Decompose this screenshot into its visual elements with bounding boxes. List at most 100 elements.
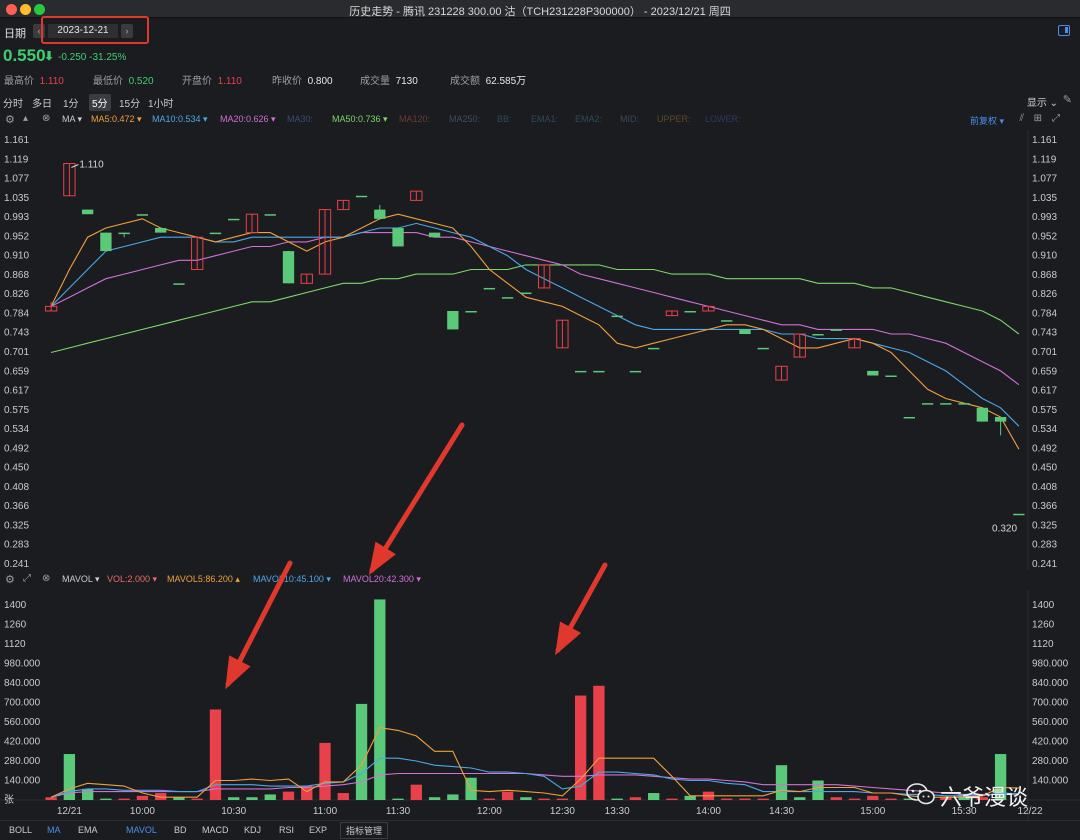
mavol5-legend[interactable]: MAVOL5:86.200 ▴	[167, 574, 240, 585]
display-dropdown[interactable]: 显示 ⌄	[1027, 94, 1058, 109]
ma250-legend[interactable]: MA250:	[449, 114, 480, 124]
ma20-legend[interactable]: MA20:0.626 ▾	[220, 114, 276, 125]
pencil-icon[interactable]: ✎	[1063, 93, 1072, 106]
ma10-legend[interactable]: MA10:0.534 ▾	[152, 114, 208, 125]
candle	[593, 370, 605, 373]
price-tick-right: 0.701	[1032, 347, 1057, 358]
adjust-dropdown[interactable]: 前复权 ▾	[970, 114, 1004, 127]
date-bar: 日期 ‹ 2023-12-21 ›	[0, 19, 1080, 43]
price-tick-right: 1.035	[1032, 193, 1057, 204]
mid-legend[interactable]: MID:	[620, 114, 639, 124]
mavol10-legend[interactable]: MAVOL10:45.100 ▾	[253, 574, 331, 585]
volume-bar	[611, 798, 623, 800]
ema1-legend[interactable]: EMA1:	[531, 114, 558, 124]
time-tick: 14:00	[696, 806, 721, 817]
price-tick-right: 0.241	[1032, 559, 1057, 570]
volume-bar	[428, 797, 441, 800]
volume-bar	[100, 798, 112, 800]
candle	[976, 407, 989, 422]
tab-macd[interactable]: MACD	[202, 825, 229, 835]
vol-legend[interactable]: VOL:2.000 ▾	[107, 574, 157, 585]
ma120-legend[interactable]: MA120:	[399, 114, 430, 124]
last-price: 0.550	[3, 46, 46, 65]
period-15min[interactable]: 15分	[116, 94, 143, 111]
ma30-legend[interactable]: MA30:	[287, 114, 313, 124]
candle	[209, 232, 222, 235]
price-tick-right: 0.784	[1032, 308, 1057, 319]
time-tick: 13:30	[605, 806, 630, 817]
volume-bar	[355, 703, 368, 800]
vol-tick-left: 560.000	[4, 717, 41, 728]
volume-collapse-icon[interactable]: ⊗	[42, 573, 50, 584]
main-indicator-bar: ⚙ ▴ ⊗ MA ▾ MA5:0.472 ▾ MA10:0.534 ▾ MA20…	[0, 111, 1080, 129]
vol-tick-right: 1120	[1032, 639, 1054, 650]
volume-bar	[337, 793, 349, 800]
ma5-legend[interactable]: MA5:0.472 ▾	[91, 114, 142, 125]
ma50-legend[interactable]: MA50:0.736 ▾	[332, 114, 388, 125]
price-tick-left: 0.701	[4, 347, 29, 358]
chart-type-icon[interactable]: ⫽	[1020, 113, 1024, 124]
period-intraday[interactable]: 分时	[0, 94, 26, 111]
price-tick-left: 0.743	[4, 328, 29, 339]
main-indicator-selector[interactable]: MA ▾	[62, 114, 82, 125]
vol-tick-left: 140.000	[4, 776, 41, 787]
tab-bd[interactable]: BD	[174, 825, 187, 835]
volume-bar	[520, 797, 532, 800]
sidebar-toggle-icon[interactable]	[1058, 25, 1070, 36]
price-tick-left: 0.826	[4, 289, 29, 300]
price-tick-right: 0.952	[1032, 231, 1057, 242]
fullscreen-icon[interactable]: ⤢	[1052, 113, 1060, 124]
volume-bar	[264, 794, 276, 800]
tab-boll[interactable]: BOLL	[9, 825, 32, 835]
tab-rsi[interactable]: RSI	[279, 825, 294, 835]
price-chart[interactable]: 1.161 1.161 1.119 1.119 1.077 1.077 1.035 1.035…	[0, 130, 1080, 570]
tab-exp[interactable]: EXP	[309, 825, 327, 835]
price-tick-right: 0.910	[1032, 251, 1057, 262]
price-tick-right: 0.659	[1032, 366, 1057, 377]
time-tick: 15:00	[860, 806, 885, 817]
stat-low: 最低价 0.520	[93, 76, 154, 87]
vol-tick-left: 1260	[4, 620, 27, 631]
vol-tick-right: 280.000	[1032, 756, 1069, 767]
volume-bar	[648, 793, 660, 800]
ema2-legend[interactable]: EMA2:	[575, 114, 602, 124]
period-1min[interactable]: 1分	[60, 94, 82, 111]
vol-tick-right: 140.000	[1032, 776, 1069, 787]
collapse-icon[interactable]: ▴	[23, 113, 28, 124]
tab-ema[interactable]: EMA	[78, 825, 98, 835]
compare-icon[interactable]: ⊞	[1034, 113, 1042, 124]
gear-icon[interactable]: ⚙	[5, 113, 15, 126]
upper-legend[interactable]: UPPER:	[657, 114, 691, 124]
vol-tick-right: 1260	[1032, 620, 1055, 631]
bb-legend[interactable]: BB:	[497, 114, 512, 124]
price-tick-left: 0.241	[4, 559, 29, 570]
window-title: 历史走势 - 腾讯 231228 300.00 沽（TCH231228P3000…	[349, 6, 731, 18]
lower-legend[interactable]: LOWER:	[705, 114, 741, 124]
tab-indicator-manager[interactable]: 指标管理	[340, 822, 389, 839]
period-multiday[interactable]: 多日	[29, 94, 55, 111]
candle	[830, 329, 842, 331]
price-tick-right: 0.408	[1032, 482, 1057, 493]
tab-ma[interactable]: MA	[47, 825, 61, 835]
down-arrow-icon: ⬇	[44, 49, 55, 63]
volume-expand-icon[interactable]: ⤢	[23, 573, 31, 584]
tab-kdj[interactable]: KDJ	[244, 825, 261, 835]
tab-mavol[interactable]: MAVOL	[126, 825, 157, 835]
volume-bar	[136, 795, 149, 800]
mavol10-line	[50, 757, 1019, 798]
volume-bar	[721, 798, 733, 800]
volume-bar	[739, 798, 751, 800]
candle	[757, 347, 769, 350]
period-5min[interactable]: 5分	[89, 94, 111, 111]
mavol20-line	[50, 772, 1019, 798]
volume-indicator-bar: ⚙ ⤢ ⊗ MAVOL ▾ VOL:2.000 ▾ MAVOL5:86.200 …	[0, 571, 1080, 589]
volume-gear-icon[interactable]: ⚙	[5, 573, 15, 586]
mavol20-legend[interactable]: MAVOL20:42.300 ▾	[343, 574, 421, 585]
candle	[465, 310, 477, 313]
period-1hour[interactable]: 1小时	[145, 94, 177, 111]
volume-indicator-selector[interactable]: MAVOL ▾	[62, 574, 100, 585]
time-tick: 12/21	[57, 806, 82, 817]
time-tick: 11:30	[386, 806, 411, 817]
price-tick-left: 1.119	[4, 154, 29, 165]
close-icon[interactable]: ⊗	[42, 113, 50, 124]
